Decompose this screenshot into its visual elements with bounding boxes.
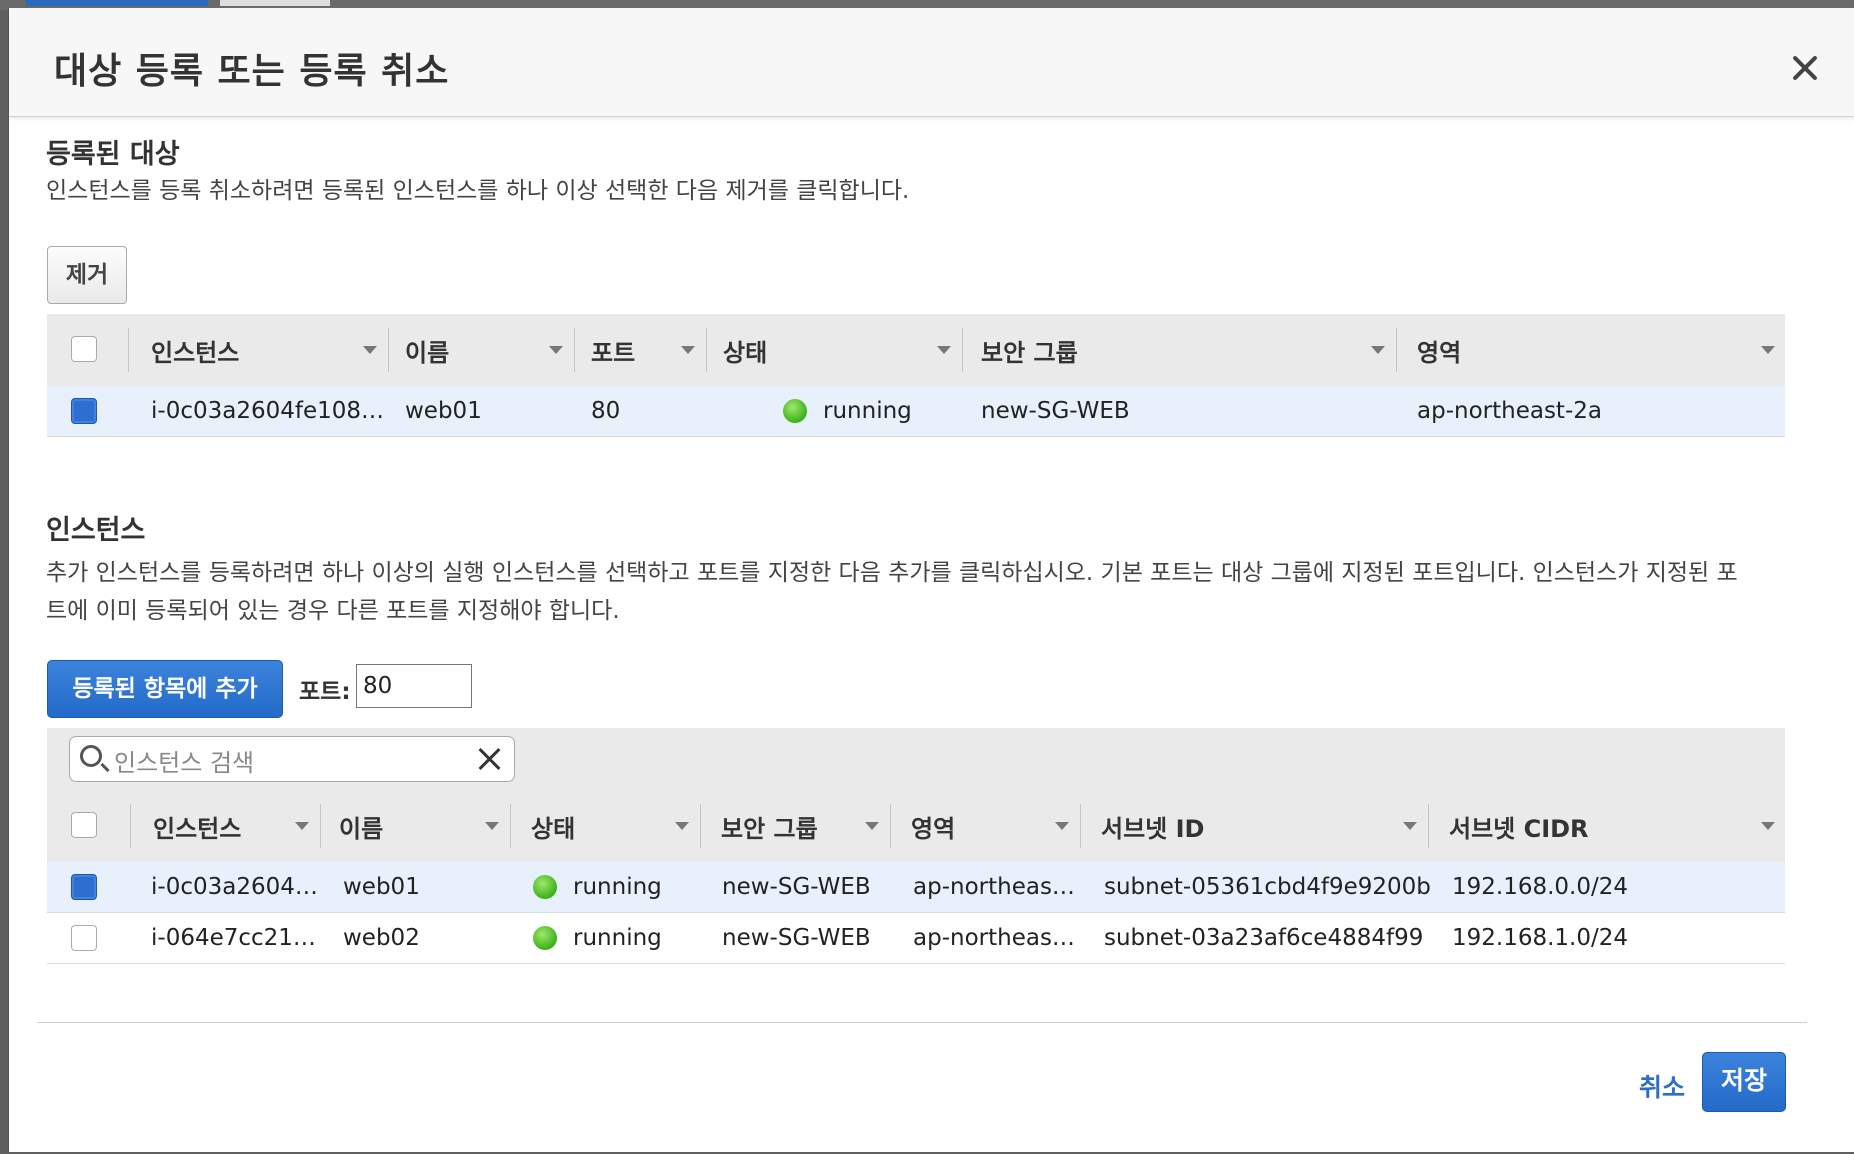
- sort-caret-icon: [485, 822, 499, 830]
- sort-caret-icon: [549, 346, 563, 354]
- zone: ap-northeas…: [913, 925, 1075, 951]
- sort-caret-icon: [937, 346, 951, 354]
- security-group: new-SG-WEB: [722, 874, 871, 900]
- instances-description: 추가 인스턴스를 등록하려면 하나 이상의 실행 인스턴스를 선택하고 포트를 …: [46, 560, 1738, 624]
- register-targets-dialog: 대상 등록 또는 등록 취소 등록된 대상 인스턴스를 등록 취소하려면 등록된…: [8, 8, 1854, 1152]
- save-button[interactable]: 저장: [1702, 1052, 1786, 1112]
- select-all-column: [47, 314, 129, 386]
- row-checkbox[interactable]: [71, 398, 97, 424]
- footer-divider: [37, 1022, 1807, 1023]
- column-header-security-group[interactable]: 보안 그룹: [963, 314, 1397, 386]
- instances-section-title: 인스턴스: [46, 515, 146, 546]
- cancel-link[interactable]: 취소: [1639, 1068, 1685, 1104]
- security-group: new-SG-WEB: [722, 925, 871, 951]
- instances-filter-bar: 인스턴스 검색: [47, 728, 1785, 790]
- background-tab: [220, 0, 330, 6]
- column-header-subnet-id[interactable]: 서브넷 ID: [1081, 790, 1429, 862]
- instances-table-header: 인스턴스 이름 상태 보안 그룹 영역 서브넷 ID 서브넷 CIDR: [47, 790, 1785, 863]
- column-header-security-group[interactable]: 보안 그룹: [701, 790, 891, 862]
- search-placeholder: 인스턴스 검색: [114, 749, 255, 777]
- sort-caret-icon: [675, 822, 689, 830]
- state: running: [533, 862, 662, 912]
- registered-table: 인스턴스 이름 포트 상태 보안 그룹 영역 i-0c03a2604fe108……: [47, 314, 1785, 437]
- zone: ap-northeast-2a: [1417, 398, 1602, 424]
- running-status-icon: [533, 926, 557, 950]
- state: running: [783, 386, 912, 436]
- table-row[interactable]: i-0c03a2604… web01 running new-SG-WEB ap…: [47, 862, 1785, 913]
- port: 80: [591, 398, 621, 424]
- sort-caret-icon: [363, 346, 377, 354]
- row-checkbox[interactable]: [71, 874, 97, 900]
- remove-button[interactable]: 제거: [47, 246, 127, 304]
- instances-table: 인스턴스 이름 상태 보안 그룹 영역 서브넷 ID 서브넷 CIDR i-0c…: [47, 790, 1785, 972]
- background-tab: [26, 0, 208, 6]
- search-icon: [80, 745, 102, 767]
- registered-description: 인스턴스를 등록 취소하려면 등록된 인스턴스를 하나 이상 선택한 다음 제거…: [46, 178, 910, 204]
- column-header-subnet-cidr[interactable]: 서브넷 CIDR: [1429, 790, 1785, 862]
- state: running: [533, 913, 662, 963]
- sort-caret-icon: [1403, 822, 1417, 830]
- table-row[interactable]: i-064e7cc21… web02 running new-SG-WEB ap…: [47, 913, 1785, 964]
- table-row[interactable]: i-0c03a2604fe108… web01 80 running new-S…: [47, 386, 1785, 437]
- subnet-cidr: 192.168.1.0/24: [1452, 925, 1629, 951]
- instance-name: web01: [343, 874, 420, 900]
- sort-caret-icon: [865, 822, 879, 830]
- column-header-instance[interactable]: 인스턴스: [131, 790, 321, 862]
- sort-caret-icon: [295, 822, 309, 830]
- column-header-zone[interactable]: 영역: [1397, 314, 1785, 386]
- subnet-id: subnet-03a23af6ce4884f99: [1104, 925, 1424, 951]
- column-header-instance[interactable]: 인스턴스: [129, 314, 389, 386]
- port-label: 포트:: [299, 679, 351, 705]
- instance-name: web01: [405, 398, 482, 424]
- registered-section-title: 등록된 대상: [46, 139, 180, 170]
- column-header-state[interactable]: 상태: [707, 314, 963, 386]
- zone: ap-northeas…: [913, 874, 1075, 900]
- instance-name: web02: [343, 925, 420, 951]
- select-all-checkbox[interactable]: [71, 336, 97, 362]
- dialog-title: 대상 등록 또는 등록 취소: [54, 51, 450, 92]
- column-header-port[interactable]: 포트: [575, 314, 707, 386]
- subnet-id: subnet-05361cbd4f9e9200b: [1104, 874, 1431, 900]
- select-all-checkbox[interactable]: [71, 812, 97, 838]
- subnet-cidr: 192.168.0.0/24: [1452, 874, 1629, 900]
- port-input[interactable]: 80: [356, 664, 472, 708]
- column-header-state[interactable]: 상태: [511, 790, 701, 862]
- column-header-zone[interactable]: 영역: [891, 790, 1081, 862]
- instance-id: i-0c03a2604fe108…: [151, 398, 385, 424]
- column-header-name[interactable]: 이름: [321, 790, 511, 862]
- running-status-icon: [533, 875, 557, 899]
- running-status-icon: [783, 399, 807, 423]
- row-checkbox[interactable]: [71, 925, 97, 951]
- sort-caret-icon: [1055, 822, 1069, 830]
- dialog-header: 대상 등록 또는 등록 취소: [9, 8, 1854, 117]
- clear-search-icon[interactable]: [476, 745, 504, 773]
- instance-id: i-064e7cc21…: [151, 925, 316, 951]
- sort-caret-icon: [1371, 346, 1385, 354]
- instance-id: i-0c03a2604…: [151, 874, 318, 900]
- sort-caret-icon: [1761, 346, 1775, 354]
- sort-caret-icon: [1761, 822, 1775, 830]
- instance-search-input[interactable]: 인스턴스 검색: [69, 736, 515, 782]
- select-all-column: [47, 790, 131, 862]
- close-icon[interactable]: [1783, 46, 1827, 90]
- sort-caret-icon: [681, 346, 695, 354]
- add-to-registered-button[interactable]: 등록된 항목에 추가: [47, 660, 283, 718]
- registered-table-header: 인스턴스 이름 포트 상태 보안 그룹 영역: [47, 314, 1785, 387]
- security-group: new-SG-WEB: [981, 398, 1130, 424]
- column-header-name[interactable]: 이름: [389, 314, 575, 386]
